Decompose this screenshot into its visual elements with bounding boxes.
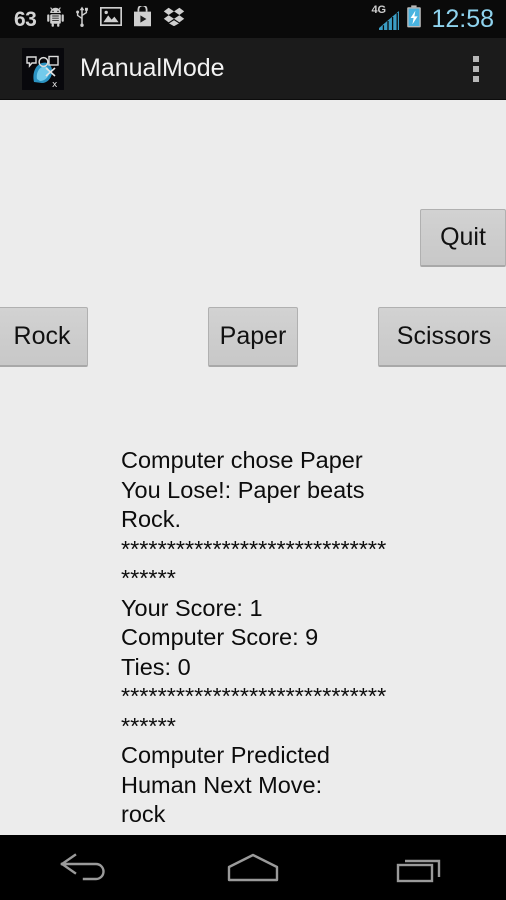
android-device-screen: 63 4G 12:58 x ManualMode Quit Rock Paper… bbox=[0, 0, 506, 900]
main-content: Quit Rock Paper Scissors Computer chose … bbox=[0, 100, 506, 835]
quit-button[interactable]: Quit bbox=[420, 209, 506, 267]
overflow-menu-icon[interactable] bbox=[456, 43, 496, 95]
svg-text:x: x bbox=[52, 80, 58, 90]
action-bar: x ManualMode bbox=[0, 38, 506, 100]
navigation-bar bbox=[0, 835, 506, 900]
dropbox-icon bbox=[163, 7, 185, 31]
status-bar-left-icons: 63 bbox=[14, 4, 373, 32]
paper-button[interactable]: Paper bbox=[208, 307, 298, 367]
manualmode-app-icon: x bbox=[22, 47, 64, 90]
status-bar: 63 4G 12:58 bbox=[0, 0, 506, 38]
scissors-button[interactable]: Scissors bbox=[378, 307, 506, 367]
battery-charging-icon bbox=[406, 5, 422, 33]
home-icon[interactable] bbox=[198, 835, 308, 900]
back-icon[interactable] bbox=[29, 835, 139, 900]
page-title: ManualMode bbox=[80, 54, 225, 82]
game-result-text: Computer chose Paper You Lose!: Paper be… bbox=[121, 447, 387, 827]
android-debug-icon bbox=[47, 6, 65, 32]
gallery-image-icon bbox=[100, 6, 123, 31]
clock-label: 12:58 bbox=[431, 4, 494, 33]
cellular-signal-icon: 4G bbox=[371, 5, 400, 30]
recent-apps-icon[interactable] bbox=[367, 835, 477, 900]
status-bar-right-icons: 4G 12:58 bbox=[371, 4, 494, 33]
battery-percent-label: 63 bbox=[14, 7, 37, 31]
rock-button[interactable]: Rock bbox=[0, 307, 88, 367]
usb-icon bbox=[75, 6, 89, 32]
play-store-icon bbox=[133, 4, 152, 32]
